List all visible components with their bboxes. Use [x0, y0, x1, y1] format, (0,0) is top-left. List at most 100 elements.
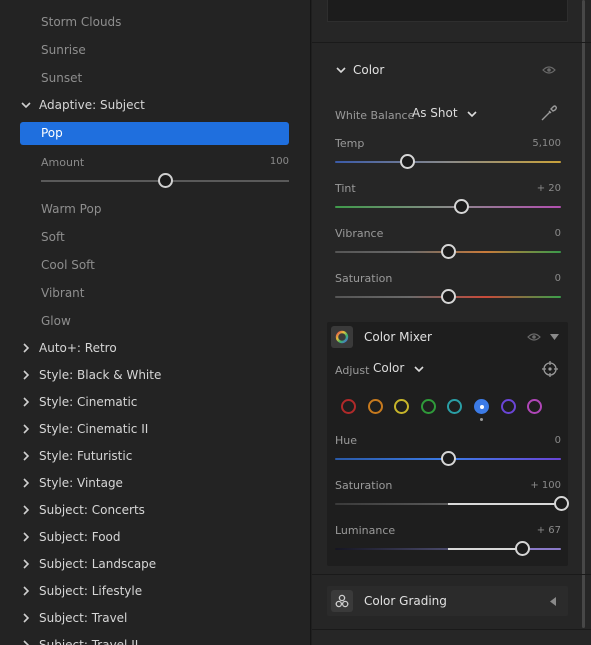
- chevron-right-icon: [20, 389, 32, 415]
- presets-panel: Storm Clouds Sunrise Sunset Adaptive: Su…: [0, 0, 311, 645]
- preset-label: Cool Soft: [41, 258, 95, 272]
- color-swatch[interactable]: [447, 399, 463, 414]
- slider-label: Saturation: [335, 479, 393, 492]
- preset-group-item[interactable]: Style: Futuristic: [0, 443, 310, 469]
- color-swatch[interactable]: [420, 399, 436, 414]
- preset-glow[interactable]: Glow: [0, 308, 310, 334]
- preset-vibrant[interactable]: Vibrant: [0, 280, 310, 306]
- preset-group-item[interactable]: Subject: Travel: [0, 605, 310, 631]
- color-swatch[interactable]: [474, 399, 489, 414]
- preset-sunset[interactable]: Sunset: [0, 65, 310, 91]
- chevron-right-icon: [20, 551, 32, 577]
- slider-thumb[interactable]: [553, 496, 569, 511]
- slider-track[interactable]: [335, 503, 561, 505]
- group-label: Style: Vintage: [39, 476, 123, 490]
- chevron-right-icon: [20, 443, 32, 469]
- slider-thumb[interactable]: [515, 541, 531, 556]
- preset-label: Pop: [41, 126, 63, 140]
- group-label: Subject: Concerts: [39, 503, 145, 517]
- preset-cool-soft[interactable]: Cool Soft: [0, 252, 310, 278]
- preset-group-item[interactable]: Style: Cinematic: [0, 389, 310, 415]
- slider-track[interactable]: [335, 206, 561, 208]
- chevron-down-icon[interactable]: [335, 57, 347, 83]
- panel-preview-box: [327, 0, 568, 22]
- color-swatch[interactable]: [527, 399, 543, 414]
- preset-group-item[interactable]: Subject: Travel II: [0, 632, 310, 645]
- color-mixer-title: Color Mixer: [364, 330, 432, 344]
- slider-value: 5,100: [532, 138, 561, 149]
- group-label: Style: Futuristic: [39, 449, 133, 463]
- color-section-title: Color: [353, 63, 385, 77]
- adjust-dropdown[interactable]: Color: [373, 361, 424, 375]
- preset-group-item[interactable]: Subject: Lifestyle: [0, 578, 310, 604]
- group-label: Subject: Lifestyle: [39, 584, 143, 598]
- chevron-right-icon: [20, 578, 32, 604]
- scrollbar[interactable]: [582, 0, 585, 628]
- preset-label: Glow: [41, 314, 71, 328]
- slider-label: Tint: [335, 182, 356, 195]
- chevron-right-icon: [20, 416, 32, 442]
- chevron-right-icon: [20, 632, 32, 645]
- group-adaptive-subject[interactable]: Adaptive: Subject: [0, 92, 310, 118]
- color-grading-header[interactable]: Color Grading: [327, 586, 568, 616]
- white-balance-label: White Balance: [335, 109, 415, 122]
- color-grading-icon: [331, 590, 353, 612]
- white-balance-dropdown[interactable]: As Shot: [412, 106, 477, 120]
- group-label: Style: Cinematic: [39, 395, 138, 409]
- slider-thumb[interactable]: [440, 244, 456, 259]
- preset-sunrise[interactable]: Sunrise: [0, 37, 310, 63]
- color-mixer-panel: Color Mixer Adjust Color Hue 0 Saturation +…: [327, 322, 569, 566]
- chevron-right-icon: [20, 497, 32, 523]
- chevron-right-icon: [20, 605, 32, 631]
- slider-value: 0: [554, 228, 561, 239]
- slider-value: + 100: [530, 480, 561, 491]
- divider: [312, 42, 591, 43]
- eye-icon[interactable]: [527, 332, 541, 342]
- preset-warm-pop[interactable]: Warm Pop: [0, 196, 310, 222]
- color-swatch[interactable]: [367, 399, 383, 414]
- group-label: Style: Cinematic II: [39, 422, 149, 436]
- slider-label: Vibrance: [335, 227, 384, 240]
- eyedropper-icon[interactable]: [540, 104, 558, 122]
- group-label: Style: Black & White: [39, 368, 162, 382]
- amount-slider-thumb[interactable]: [158, 173, 173, 188]
- target-adjust-icon[interactable]: [542, 361, 558, 377]
- slider-thumb[interactable]: [454, 199, 470, 214]
- slider-label: Luminance: [335, 524, 396, 537]
- adjust-label: Adjust: [335, 364, 370, 377]
- chevron-right-icon: [20, 335, 32, 361]
- amount-label: Amount: [41, 156, 85, 169]
- white-balance-value: As Shot: [412, 106, 458, 120]
- slider-thumb[interactable]: [440, 451, 456, 466]
- color-swatch[interactable]: [500, 399, 516, 414]
- preset-group-item[interactable]: Subject: Food: [0, 524, 310, 550]
- preset-group-item[interactable]: Style: Vintage: [0, 470, 310, 496]
- group-label: Subject: Travel II: [39, 638, 139, 645]
- slider-thumb[interactable]: [399, 154, 415, 169]
- caret-left-icon: [550, 597, 556, 606]
- preset-group-item[interactable]: Subject: Concerts: [0, 497, 310, 523]
- preset-label: Soft: [41, 230, 65, 244]
- group-label: Adaptive: Subject: [39, 98, 145, 112]
- preset-soft[interactable]: Soft: [0, 224, 310, 250]
- preset-storm-clouds[interactable]: Storm Clouds: [0, 9, 310, 35]
- preset-group-item[interactable]: Subject: Landscape: [0, 551, 310, 577]
- slider-thumb[interactable]: [440, 289, 456, 304]
- preset-label: Sunrise: [41, 43, 86, 57]
- preset-pop-selected[interactable]: Pop: [20, 122, 289, 145]
- preset-group-item[interactable]: Style: Cinematic II: [0, 416, 310, 442]
- eye-icon[interactable]: [542, 65, 556, 75]
- slider-value: + 20: [536, 183, 561, 194]
- preset-label: Warm Pop: [41, 202, 102, 216]
- slider-track[interactable]: [335, 161, 561, 163]
- divider: [312, 574, 591, 575]
- chevron-down-icon: [467, 110, 477, 117]
- chevron-right-icon: [20, 524, 32, 550]
- adjust-value: Color: [373, 361, 405, 375]
- color-swatch[interactable]: [341, 399, 356, 414]
- preset-group-item[interactable]: Style: Black & White: [0, 362, 310, 388]
- caret-down-icon[interactable]: [550, 334, 559, 340]
- preset-group-item[interactable]: Auto+: Retro: [0, 335, 310, 361]
- group-label: Auto+: Retro: [39, 341, 117, 355]
- color-swatch[interactable]: [394, 399, 410, 414]
